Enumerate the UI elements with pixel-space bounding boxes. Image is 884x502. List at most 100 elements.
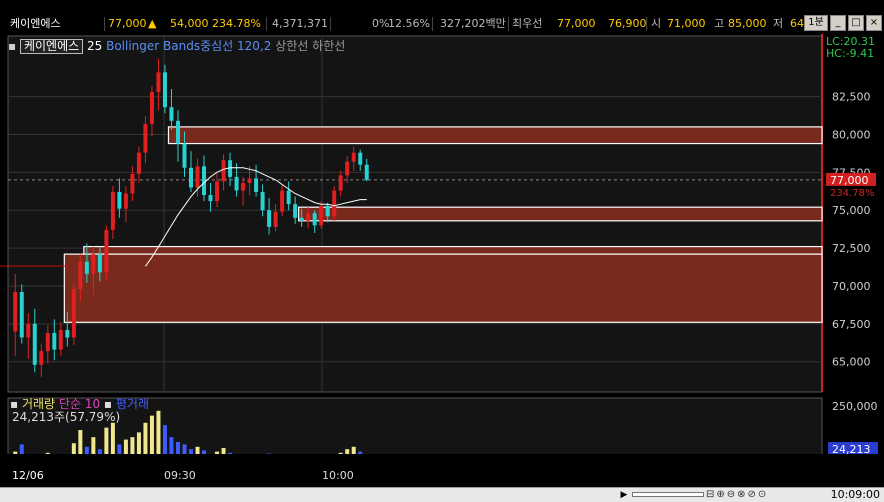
- scroll-right-icon[interactable]: ▶: [618, 489, 630, 501]
- price-tick-label: 67,500: [832, 318, 871, 331]
- candle-body: [71, 288, 76, 338]
- volume-bar: [123, 439, 128, 454]
- candle-body: [260, 192, 265, 211]
- x-label-0930: 09:30: [164, 469, 196, 482]
- window-title-bar: [0, 0, 884, 14]
- zone-box: [83, 245, 823, 255]
- minimize-icon[interactable]: _: [830, 15, 846, 31]
- volume-bar: [162, 425, 167, 454]
- ticker-open: 71,000: [667, 17, 706, 30]
- x-axis: 12/06 09:30 10:00: [0, 467, 884, 484]
- candle-body: [149, 92, 154, 124]
- chart-area[interactable]: 82,500 80,000 77,500 75,000 72,500 70,000 67,5…: [0, 34, 884, 502]
- candle-body: [19, 292, 24, 338]
- candle-body: [241, 182, 246, 191]
- volume-bar: [110, 422, 115, 454]
- volume-bar: [91, 437, 96, 454]
- x-label-1000: 10:00: [322, 469, 354, 482]
- price-chart-svg[interactable]: 82,50080,00077,50075,00072,50070,00067,5…: [0, 34, 884, 454]
- candle-body: [26, 323, 31, 338]
- candle-body: [234, 176, 239, 191]
- ticker-name[interactable]: 케이엔에스: [10, 17, 61, 31]
- volume-current-label: 24,213: [832, 443, 871, 454]
- volume-bar: [215, 451, 220, 454]
- close-icon[interactable]: ×: [866, 15, 882, 31]
- ticker-best-bid: 77,000: [557, 17, 596, 30]
- candle-body: [110, 192, 115, 230]
- candle-body: [169, 107, 174, 121]
- volume-bar: [182, 444, 187, 454]
- volume-bar: [143, 422, 148, 454]
- candle-body: [306, 213, 311, 221]
- volume-axis-top: 250,000: [832, 400, 878, 413]
- price-tick-label: 70,000: [832, 280, 871, 293]
- volume-bar: [45, 452, 50, 454]
- volume-bar: [97, 449, 102, 454]
- candle-body: [364, 164, 369, 180]
- period-button[interactable]: 1분: [804, 15, 828, 31]
- ticker-best-ask: 76,900: [608, 17, 647, 30]
- candle-body: [221, 160, 226, 182]
- volume-bar: [358, 451, 363, 454]
- candle-body: [358, 152, 363, 165]
- candle-body: [45, 332, 50, 352]
- candle-body: [312, 213, 317, 226]
- candle-body: [215, 181, 220, 202]
- candle-body: [319, 205, 324, 226]
- candle-body: [156, 72, 161, 93]
- candle-body: [65, 329, 70, 338]
- legend-indicator[interactable]: Bollinger Bands중심선 120,2: [106, 39, 271, 53]
- price-tick-label: 75,000: [832, 204, 871, 217]
- zone-box: [167, 126, 823, 145]
- volume-bar: [189, 449, 193, 454]
- lc-hc-readout: LC:20.31 HC:-9.41: [826, 36, 875, 60]
- ticker-high-label: 고: [714, 17, 725, 30]
- candle-body: [293, 204, 298, 218]
- legend-interval: 25: [87, 39, 103, 53]
- candle-body: [130, 173, 135, 194]
- chart-tools-icon[interactable]: ⊟⊕⊖⊗⊘⊙: [706, 489, 768, 500]
- volume-bar: [195, 446, 200, 454]
- candle-body: [286, 190, 291, 205]
- up-arrow-icon: ▲: [148, 17, 157, 30]
- volume-bar: [19, 444, 24, 454]
- volume-sub: 24,213주(57.79%): [12, 410, 121, 424]
- x-label-date: 12/06: [12, 469, 44, 482]
- candle-body: [84, 261, 89, 274]
- volume-bar: [156, 410, 161, 454]
- volume-bar: [78, 430, 83, 454]
- candle-body: [351, 152, 356, 162]
- volume-bar: [169, 437, 174, 454]
- candle-body: [97, 254, 102, 273]
- volume-bar: [136, 432, 141, 454]
- candle-body: [247, 178, 252, 183]
- volume-bar: [228, 452, 233, 454]
- price-tick-label: 82,500: [832, 91, 871, 104]
- candle-body: [104, 229, 109, 273]
- candle-body: [254, 178, 259, 193]
- ticker-best-label: 최우선: [512, 17, 543, 30]
- candle-body: [195, 166, 200, 188]
- legend-upper: 상한선: [275, 39, 309, 53]
- candle-body: [189, 167, 193, 188]
- scroll-track[interactable]: [632, 492, 704, 497]
- candle-body: [332, 190, 337, 217]
- candle-body: [273, 211, 278, 227]
- volume-bar: [202, 450, 207, 454]
- legend-symbol[interactable]: 케이엔에스: [19, 39, 84, 54]
- candle-body: [299, 217, 304, 221]
- candle-body: [32, 323, 37, 365]
- candle-body: [182, 143, 187, 168]
- candle-body: [345, 161, 350, 176]
- candle-body: [58, 329, 63, 350]
- volume-bar: [338, 452, 343, 454]
- ticker-bar: 케이엔에스 77,000 ▲ 54,000 234.78% 4,371,371 …: [0, 14, 884, 34]
- scrollbar[interactable]: ▶ ⊟⊕⊖⊗⊘⊙ 10:09:00: [0, 487, 884, 502]
- price-tick-label: 72,500: [832, 242, 871, 255]
- ticker-price: 77,000: [108, 17, 147, 30]
- volume-bar: [71, 443, 76, 454]
- candle-body: [267, 210, 272, 227]
- legend-lower: 하한선: [312, 39, 346, 53]
- candle-body: [117, 192, 122, 209]
- maximize-icon[interactable]: □: [848, 15, 864, 31]
